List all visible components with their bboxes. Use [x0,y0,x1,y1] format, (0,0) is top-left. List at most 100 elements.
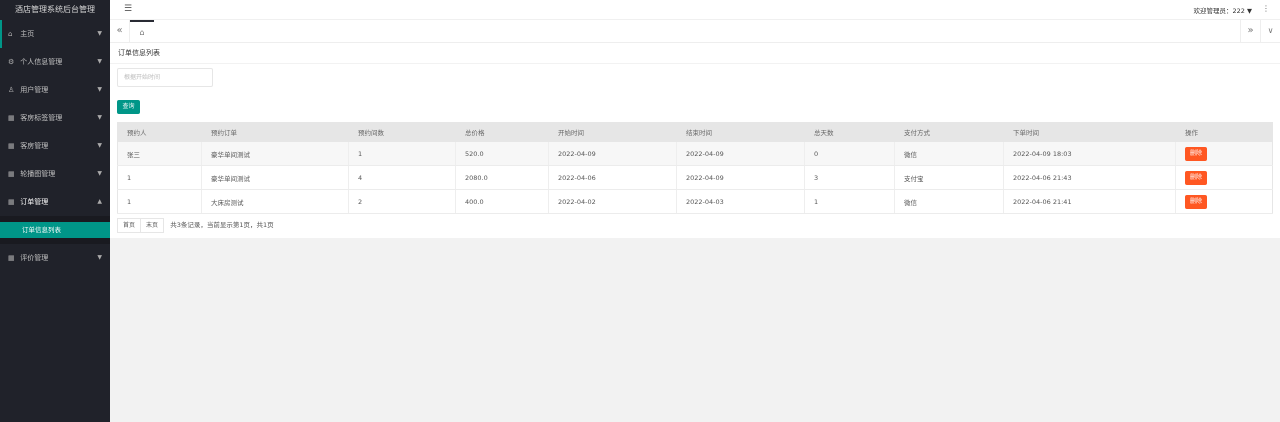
sidebar-item-reviews[interactable]: ▦ 评价管理 ▼ [0,244,110,272]
sidebar-item-label: 主页 [20,30,35,38]
delete-button[interactable]: 删除 [1185,146,1207,161]
table-cell: 支付宝 [894,165,1004,190]
table-row: 1 大床房测试 2 400.0 2022-04-02 2022-04-03 1 … [117,189,1273,214]
main-card: 订单信息列表 查询 预约人 预约订单 预约间数 总价格 开始时间 结束时间 总天… [110,43,1280,238]
column-header: 操作 [1175,122,1273,142]
column-header: 预约人 [117,122,202,142]
first-page-button[interactable]: 首页 [117,218,142,233]
sidebar-item-label: 个人信息管理 [20,58,63,66]
query-button[interactable]: 查询 [117,100,140,114]
table-cell: 2022-04-06 21:41 [1003,189,1176,214]
delete-button[interactable]: 删除 [1185,194,1207,209]
table-cell: 1 [117,165,202,190]
chevron-down-icon: ▼ [97,58,102,65]
table-header-row: 预约人 预约订单 预约间数 总价格 开始时间 结束时间 总天数 支付方式 下单时… [117,122,1273,142]
sidebar-item-label: 客房管理 [20,142,49,150]
last-page-button[interactable]: 末页 [141,218,165,233]
welcome-label: 欢迎管理员：222 [1193,7,1245,15]
sidebar-item-carousel[interactable]: ▦ 轮播图管理 ▼ [0,160,110,188]
sidebar-item-profile[interactable]: ⚙ 个人信息管理 ▼ [0,48,110,76]
table-cell: 删除 [1175,165,1273,190]
user-menu[interactable]: 欢迎管理员：222 ▼ [1194,5,1253,15]
sidebar-item-users[interactable]: ♙ 用户管理 ▼ [0,76,110,104]
column-header: 预约订单 [201,122,349,142]
sidebar-item-rooms[interactable]: ▦ 客房管理 ▼ [0,132,110,160]
chevron-down-icon: ▼ [97,170,102,177]
sidebar-subitem-order-list[interactable]: 订单信息列表 [0,222,110,238]
table-cell: 2022-04-09 [676,165,805,190]
grid-icon: ▦ [8,114,15,122]
column-header: 总价格 [455,122,549,142]
tab-home-icon[interactable]: ⌂ [130,20,154,42]
table-row: 张三 豪华单间测试 1 520.0 2022-04-09 2022-04-09 … [117,141,1273,166]
table-cell: 1 [117,189,202,214]
sidebar-item-room-tags[interactable]: ▦ 客房标签管理 ▼ [0,104,110,132]
table-cell: 400.0 [455,189,549,214]
table-cell: 0 [804,141,895,166]
chevron-down-icon: ▼ [97,114,102,121]
sidebar: 酒店管理系统后台管理 ⌂ 主页 ▼ ⚙ 个人信息管理 ▼ ♙ 用户管理 ▼ ▦ … [0,0,110,422]
user-icon: ♙ [8,86,15,94]
column-header: 支付方式 [894,122,1004,142]
column-header: 总天数 [804,122,895,142]
grid-icon: ▦ [8,254,15,262]
table-cell: 2 [348,189,456,214]
table-cell: 张三 [117,141,202,166]
tab-options-icon[interactable]: ∨ [1260,20,1280,42]
table-cell: 删除 [1175,141,1273,166]
table-cell: 520.0 [455,141,549,166]
grid-icon: ▦ [8,142,15,150]
chevron-down-icon: ▼ [97,254,102,261]
table-cell: 2022-04-02 [548,189,677,214]
app-title: 酒店管理系统后台管理 [15,5,95,14]
sidebar-item-orders[interactable]: ▦ 订单管理 ▲ [0,188,110,216]
table-cell: 1 [348,141,456,166]
table-cell: 2022-04-06 [548,165,677,190]
table-cell: 2022-04-03 [676,189,805,214]
table-cell: 2022-04-06 21:43 [1003,165,1176,190]
chevron-down-icon: ▼ [97,142,102,149]
column-header: 下单时间 [1003,122,1176,142]
table-cell: 2022-04-09 18:03 [1003,141,1176,166]
table-cell: 2022-04-09 [676,141,805,166]
delete-button[interactable]: 删除 [1185,170,1207,185]
table-cell: 大床房测试 [201,189,349,214]
sidebar-item-label: 评价管理 [20,254,49,262]
table-cell: 删除 [1175,189,1273,214]
chevron-up-icon: ▲ [97,198,102,205]
tab-scroll-left-icon[interactable]: « [110,20,130,42]
table-cell: 4 [348,165,456,190]
search-start-date-input[interactable] [117,68,213,87]
page-title: 订单信息列表 [110,43,1280,64]
column-header: 结束时间 [676,122,805,142]
orders-table: 预约人 预约订单 预约间数 总价格 开始时间 结束时间 总天数 支付方式 下单时… [117,122,1273,214]
grid-icon: ▦ [8,170,15,178]
column-header: 开始时间 [548,122,677,142]
sidebar-item-label: 轮播图管理 [20,170,56,178]
pagination-info: 共3条记录，当前显示第1页，共1页 [170,221,274,229]
table-cell: 豪华单间测试 [201,165,349,190]
sidebar-item-home[interactable]: ⌂ 主页 ▼ [0,20,110,48]
more-vertical-icon[interactable]: ⋮ [1262,4,1270,13]
grid-icon: ▦ [8,198,15,206]
sidebar-submenu: 订单信息列表 [0,216,110,244]
sidebar-item-label: 客房标签管理 [20,114,63,122]
empty-area [110,238,1280,422]
table-cell: 1 [804,189,895,214]
column-header: 预约间数 [348,122,456,142]
chevron-down-icon: ▼ [97,30,102,37]
caret-down-icon: ▼ [1247,7,1252,15]
table-cell: 2080.0 [455,165,549,190]
table-cell: 3 [804,165,895,190]
table-cell: 豪华单间测试 [201,141,349,166]
tab-scroll-right-icon[interactable]: » [1240,20,1260,42]
table-cell: 微信 [894,141,1004,166]
chevron-down-icon: ▼ [97,86,102,93]
table-cell: 微信 [894,189,1004,214]
sidebar-item-label: 用户管理 [20,86,49,94]
table-row: 1 豪华单间测试 4 2080.0 2022-04-06 2022-04-09 … [117,165,1273,190]
pagination: 首页 末页 共3条记录，当前显示第1页，共1页 [117,218,274,234]
tab-bar: « ⌂ » ∨ [110,20,1280,43]
sidebar-item-label: 订单管理 [20,198,49,206]
menu-toggle-icon[interactable]: ☰ [124,4,132,14]
